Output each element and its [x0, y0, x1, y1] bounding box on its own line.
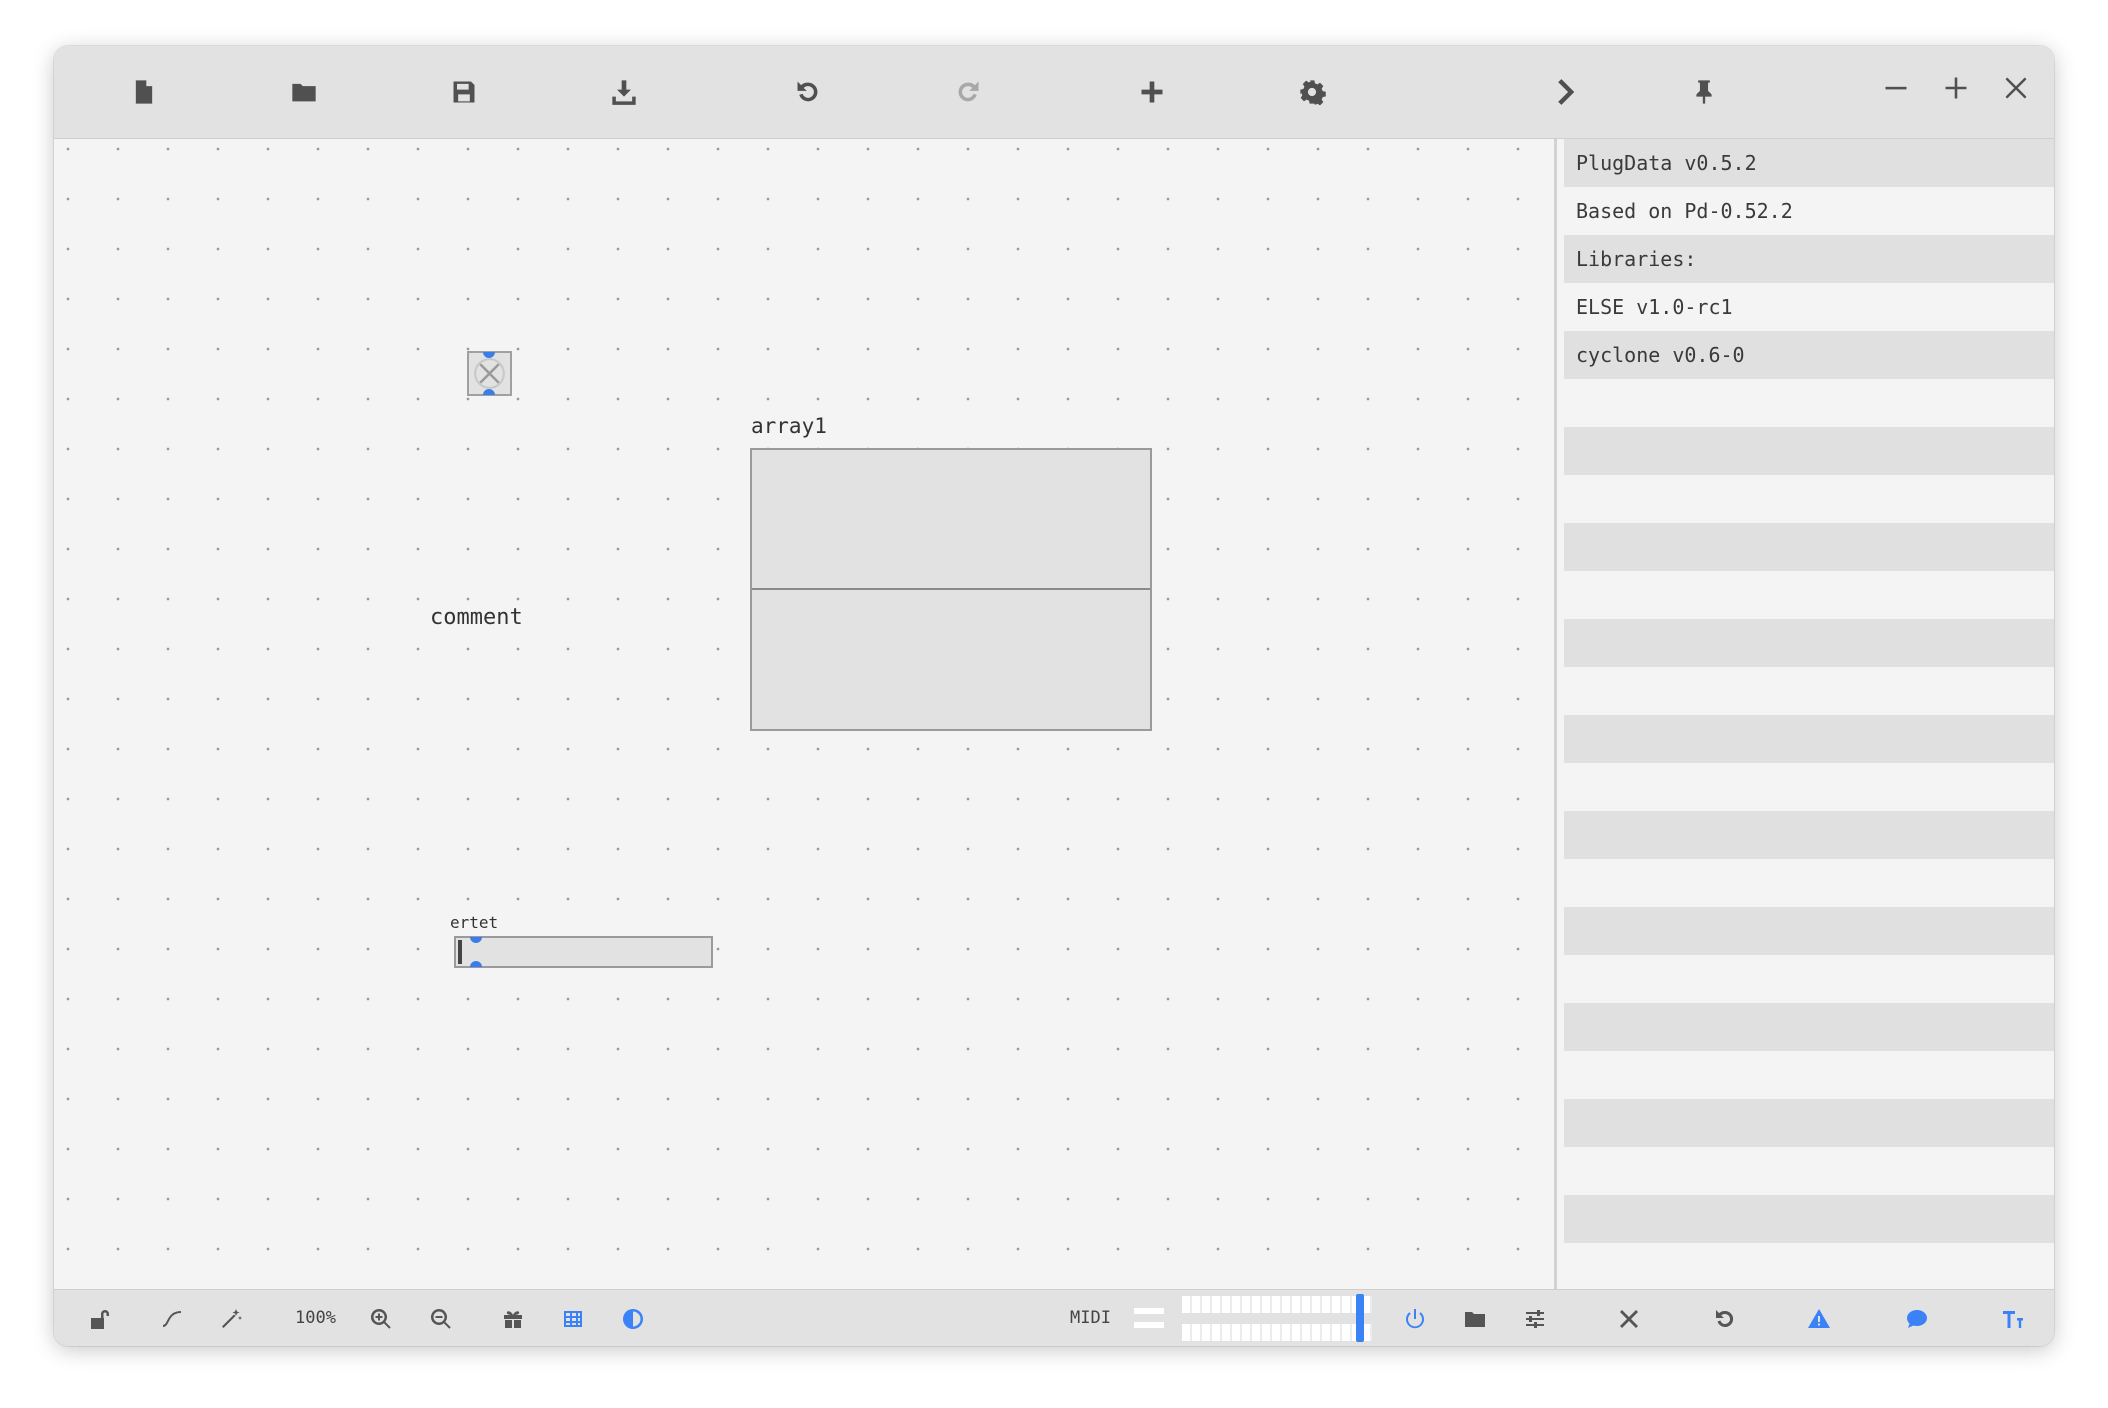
console-line [1564, 619, 2054, 667]
array-label: array1 [751, 414, 827, 438]
console-line [1564, 907, 2054, 955]
console-sidebar: PlugData v0.5.2 Based on Pd-0.52.2 Libra… [1564, 139, 2054, 1289]
console-line [1564, 1195, 2054, 1243]
clear-console-icon[interactable] [1614, 1304, 1644, 1334]
array-graph[interactable] [750, 448, 1152, 731]
grid-icon[interactable] [558, 1304, 588, 1334]
console-line [1564, 1147, 2054, 1195]
midi-activity-indicator [1134, 1306, 1164, 1332]
console-line [1564, 667, 2054, 715]
redo-icon[interactable] [948, 72, 988, 112]
slider-outlet[interactable] [470, 961, 482, 967]
message-bubble-icon[interactable] [1902, 1304, 1932, 1334]
status-bar: 100% MIDI [54, 1289, 2054, 1346]
level-meter [1182, 1296, 1372, 1342]
slider-inlet[interactable] [470, 937, 482, 943]
top-toolbar [54, 46, 2054, 139]
new-file-icon[interactable] [124, 72, 164, 112]
console-line [1564, 715, 2054, 763]
console-line [1564, 523, 2054, 571]
bang-outlet[interactable] [483, 389, 495, 395]
undo-icon[interactable] [788, 72, 828, 112]
slider-handle[interactable] [458, 940, 462, 964]
pin-icon[interactable] [1684, 72, 1724, 112]
patch-canvas[interactable]: array1 comment ertet [54, 139, 1554, 1289]
console-line [1564, 859, 2054, 907]
bang-object[interactable] [467, 351, 512, 396]
console-line [1564, 427, 2054, 475]
midi-label: MIDI [1070, 1308, 1111, 1328]
restore-console-icon[interactable] [1710, 1304, 1740, 1334]
console-line [1564, 475, 2054, 523]
folder-icon[interactable] [1460, 1304, 1490, 1334]
console-line [1564, 1099, 2054, 1147]
theme-contrast-icon[interactable] [618, 1304, 648, 1334]
text-format-icon[interactable] [1998, 1304, 2028, 1334]
save-icon[interactable] [444, 72, 484, 112]
open-folder-icon[interactable] [284, 72, 324, 112]
console-line [1564, 763, 2054, 811]
horizontal-slider[interactable] [454, 936, 713, 968]
add-object-icon[interactable] [1132, 72, 1172, 112]
app-window: array1 comment ertet PlugData v0.5.2 Bas… [54, 46, 2054, 1346]
console-line [1564, 379, 2054, 427]
console-line [1564, 571, 2054, 619]
gift-icon[interactable] [498, 1304, 528, 1334]
console-line: PlugData v0.5.2 [1564, 139, 2054, 187]
console-line [1564, 1243, 2054, 1289]
bang-cross-icon [474, 358, 505, 389]
sliders-settings-icon[interactable] [1520, 1304, 1550, 1334]
maximize-icon[interactable] [1936, 68, 1976, 108]
slider-label: ertet [450, 913, 499, 932]
console-line [1564, 1003, 2054, 1051]
zoom-in-icon[interactable] [366, 1304, 396, 1334]
zoom-out-icon[interactable] [426, 1304, 456, 1334]
console-line [1564, 811, 2054, 859]
console-line: ELSE v1.0-rc1 [1564, 283, 2054, 331]
minimize-icon[interactable] [1876, 68, 1916, 108]
console-line [1564, 955, 2054, 1003]
gear-icon[interactable] [1292, 72, 1332, 112]
console-line: Libraries: [1564, 235, 2054, 283]
zoom-level: 100% [295, 1308, 336, 1328]
warning-icon[interactable] [1804, 1304, 1834, 1334]
console-line: cyclone v0.6-0 [1564, 331, 2054, 379]
volume-slider-handle[interactable] [1356, 1294, 1364, 1342]
level-meter-right [1182, 1324, 1372, 1341]
sidebar-divider[interactable] [1554, 139, 1557, 1289]
console-line [1564, 1051, 2054, 1099]
power-dsp-icon[interactable] [1400, 1304, 1430, 1334]
array-zero-line [752, 588, 1150, 590]
save-as-download-icon[interactable] [604, 72, 644, 112]
connection-style-icon[interactable] [157, 1304, 187, 1334]
level-meter-left [1182, 1296, 1372, 1313]
console-line: Based on Pd-0.52.2 [1564, 187, 2054, 235]
close-icon[interactable] [1996, 68, 2036, 108]
chevron-right-icon[interactable] [1544, 72, 1584, 112]
lock-open-icon[interactable] [84, 1304, 114, 1334]
magic-wand-icon[interactable] [216, 1304, 246, 1334]
comment-object[interactable]: comment [430, 605, 523, 630]
